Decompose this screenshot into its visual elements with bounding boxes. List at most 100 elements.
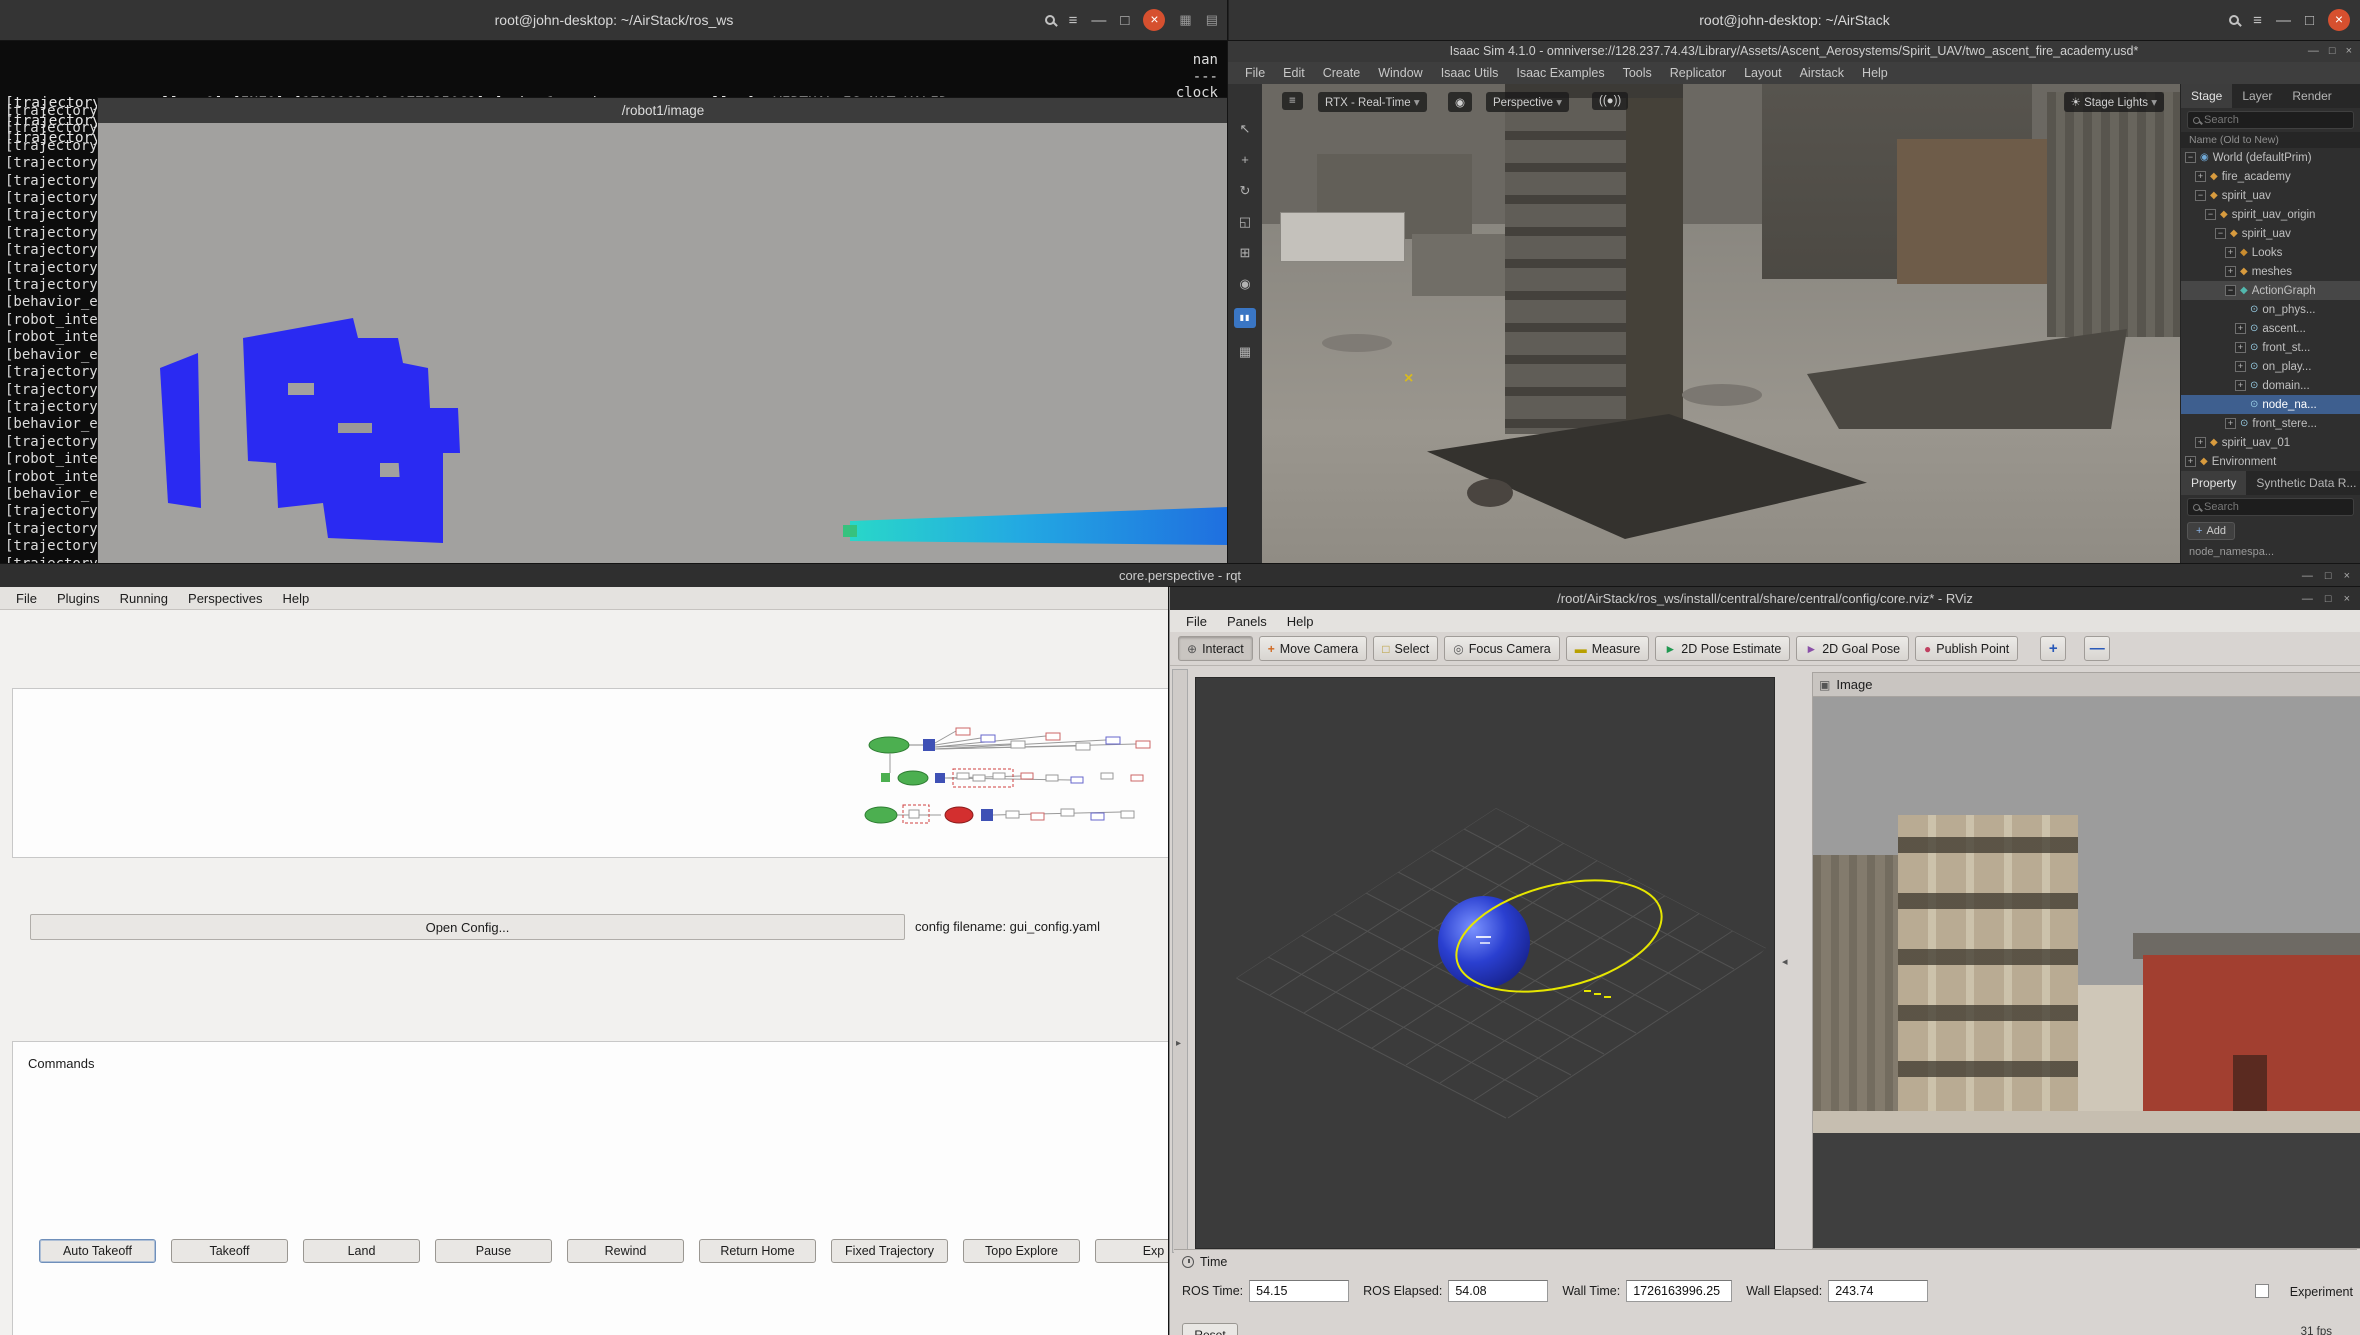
search-icon[interactable]	[1044, 15, 1055, 25]
live-sync-icon[interactable]: ((●))	[1592, 92, 1629, 110]
close-icon[interactable]: ×	[2346, 45, 2352, 57]
stage-tree-item[interactable]: spirit_uav	[2181, 224, 2360, 243]
menu-item[interactable]: Help	[1277, 614, 1324, 629]
stage-tree-item[interactable]: spirit_uav	[2181, 186, 2360, 205]
rotate-tool-icon[interactable]: ↻	[1240, 184, 1251, 198]
menu-item[interactable]: Airstack	[1791, 66, 1853, 80]
time-field-value[interactable]: 1726163996.25	[1626, 1280, 1733, 1302]
rviz-tool-button[interactable]: ⊕ Interact	[1178, 636, 1253, 661]
experiment-checkbox[interactable]	[2255, 1284, 2269, 1298]
stage-tree-item[interactable]: front_st...	[2181, 338, 2360, 357]
rviz-tool-button[interactable]: + Move Camera	[1258, 636, 1368, 661]
maximize-icon[interactable]: □	[2329, 45, 2336, 57]
menu-item[interactable]: Tools	[1614, 66, 1661, 80]
menu-item[interactable]: Plugins	[47, 591, 110, 606]
expander-icon[interactable]	[2235, 380, 2246, 391]
expander-icon[interactable]	[2235, 323, 2246, 334]
expander-icon[interactable]	[2225, 247, 2236, 258]
workspace-stack-icon[interactable]: ▤	[1206, 12, 1218, 28]
terminal-window-titlebar[interactable]: root@john-desktop: ~/AirStack/ros_ws ≡ —…	[0, 0, 1228, 40]
property-search-input[interactable]: Search	[2187, 498, 2354, 516]
stage-tree-item[interactable]: on_phys...	[2181, 300, 2360, 319]
displays-panel-collapsed[interactable]: ▸	[1172, 669, 1188, 1253]
close-icon[interactable]: ×	[1143, 9, 1166, 31]
expander-icon[interactable]	[2225, 285, 2236, 296]
expander-icon[interactable]	[2195, 171, 2206, 182]
command-button[interactable]: Return Home	[699, 1239, 816, 1263]
reset-button[interactable]: Reset	[1182, 1323, 1238, 1335]
stage-tree-item[interactable]: domain...	[2181, 376, 2360, 395]
close-icon[interactable]: ×	[2344, 593, 2350, 605]
stage-tree-item[interactable]: spirit_uav_origin	[2181, 205, 2360, 224]
tab-layer[interactable]: Layer	[2232, 84, 2282, 108]
time-field-value[interactable]: 54.15	[1249, 1280, 1350, 1302]
menu-icon[interactable]: ≡	[2253, 12, 2262, 29]
stage-tree-item[interactable]: ActionGraph	[2181, 281, 2360, 300]
stage-tree-item[interactable]: ascent...	[2181, 319, 2360, 338]
expander-icon[interactable]	[2195, 437, 2206, 448]
close-icon[interactable]: ×	[2328, 9, 2350, 31]
command-button[interactable]: Takeoff	[171, 1239, 288, 1263]
camera-capture-icon[interactable]: ◉	[1239, 277, 1250, 291]
workspace-tiles-icon[interactable]: ▦	[1179, 12, 1191, 28]
menu-item[interactable]: Isaac Examples	[1507, 66, 1613, 80]
menu-item[interactable]: Perspectives	[178, 591, 272, 606]
menu-icon[interactable]: ≡	[1069, 12, 1078, 29]
cursor-select-icon[interactable]: ↖	[1240, 122, 1251, 136]
stage-search-input[interactable]: Search	[2187, 111, 2354, 129]
command-button[interactable]: Fixed Trajectory	[831, 1239, 948, 1263]
robot1-image-window[interactable]: /robot1/image	[98, 98, 1228, 573]
menu-item[interactable]: File	[1176, 614, 1217, 629]
tab-stage[interactable]: Stage	[2181, 84, 2233, 108]
menu-item[interactable]: Create	[1314, 66, 1370, 80]
collapse-panel-icon[interactable]: ◂	[1782, 955, 1788, 968]
menu-item[interactable]: File	[1236, 66, 1274, 80]
stage-tree-item[interactable]: Looks	[2181, 243, 2360, 262]
isaac-sim-window[interactable]: Isaac Sim 4.1.0 - omniverse://128.237.74…	[1228, 40, 2360, 564]
menu-item[interactable]: File	[6, 591, 47, 606]
rviz-window[interactable]: /root/AirStack/ros_ws/install/central/sh…	[1169, 587, 2360, 1335]
time-panel-header[interactable]: Time	[1182, 1255, 1227, 1269]
stage-lights-dropdown[interactable]: ☀ Stage Lights	[2063, 92, 2164, 112]
menu-item[interactable]: Edit	[1274, 66, 1314, 80]
add-button[interactable]: Add	[2187, 522, 2236, 540]
rviz-3d-view[interactable]	[1195, 677, 1775, 1249]
expander-icon[interactable]	[2235, 361, 2246, 372]
viewport-menu-icon[interactable]: ≡	[1282, 92, 1303, 110]
minimize-icon[interactable]: —	[2302, 570, 2313, 582]
tab-synthetic-data[interactable]: Synthetic Data R...	[2246, 471, 2360, 495]
menu-item[interactable]: Panels	[1217, 614, 1277, 629]
stage-tree-item[interactable]: Environment	[2181, 452, 2360, 471]
minimize-icon[interactable]: —	[2276, 12, 2291, 29]
expand-panel-icon[interactable]: ▸	[1176, 1038, 1181, 1049]
expander-icon[interactable]	[2195, 190, 2206, 201]
behavior-tree-graph[interactable]	[861, 723, 1173, 849]
expander-icon[interactable]	[2185, 456, 2196, 467]
scale-tool-icon[interactable]: ◱	[1239, 215, 1251, 229]
pause-icon[interactable]: ▮▮	[1234, 308, 1256, 328]
open-config-button[interactable]: Open Config...	[30, 914, 905, 940]
minimize-icon[interactable]: —	[1091, 12, 1106, 29]
camera-icon[interactable]: ◉	[1448, 92, 1473, 112]
expander-icon[interactable]	[2225, 418, 2236, 429]
stage-tree-item[interactable]: front_stere...	[2181, 414, 2360, 433]
rviz-tool-button[interactable]: ◎ Focus Camera	[1444, 636, 1560, 661]
expander-icon[interactable]	[2235, 342, 2246, 353]
rviz-tool-button[interactable]: ▬ Measure	[1565, 636, 1650, 661]
menu-item[interactable]: Layout	[1735, 66, 1791, 80]
tab-property[interactable]: Property	[2181, 471, 2247, 495]
menu-item[interactable]: Isaac Utils	[1432, 66, 1508, 80]
image-panel-header[interactable]: ▣ Image	[1813, 673, 2360, 697]
renderer-dropdown[interactable]: RTX - Real-Time	[1318, 92, 1427, 112]
menu-item[interactable]: Help	[272, 591, 319, 606]
rviz-titlebar[interactable]: /root/AirStack/ros_ws/install/central/sh…	[1170, 587, 2360, 610]
menu-item[interactable]: Help	[1853, 66, 1897, 80]
add-tool-button[interactable]: +	[2040, 636, 2067, 661]
viewport-3d-scene[interactable]: × ≡ RTX - Real-Time ◉ Perspective ((●)) …	[1262, 84, 2180, 564]
move-tool-icon[interactable]: +	[1241, 153, 1249, 167]
expander-icon[interactable]	[2185, 152, 2196, 163]
remove-tool-button[interactable]: —	[2084, 636, 2111, 661]
stage-tree-item[interactable]: fire_academy	[2181, 167, 2360, 186]
maximize-icon[interactable]: □	[2325, 570, 2332, 582]
stage-tree-item[interactable]: on_play...	[2181, 357, 2360, 376]
